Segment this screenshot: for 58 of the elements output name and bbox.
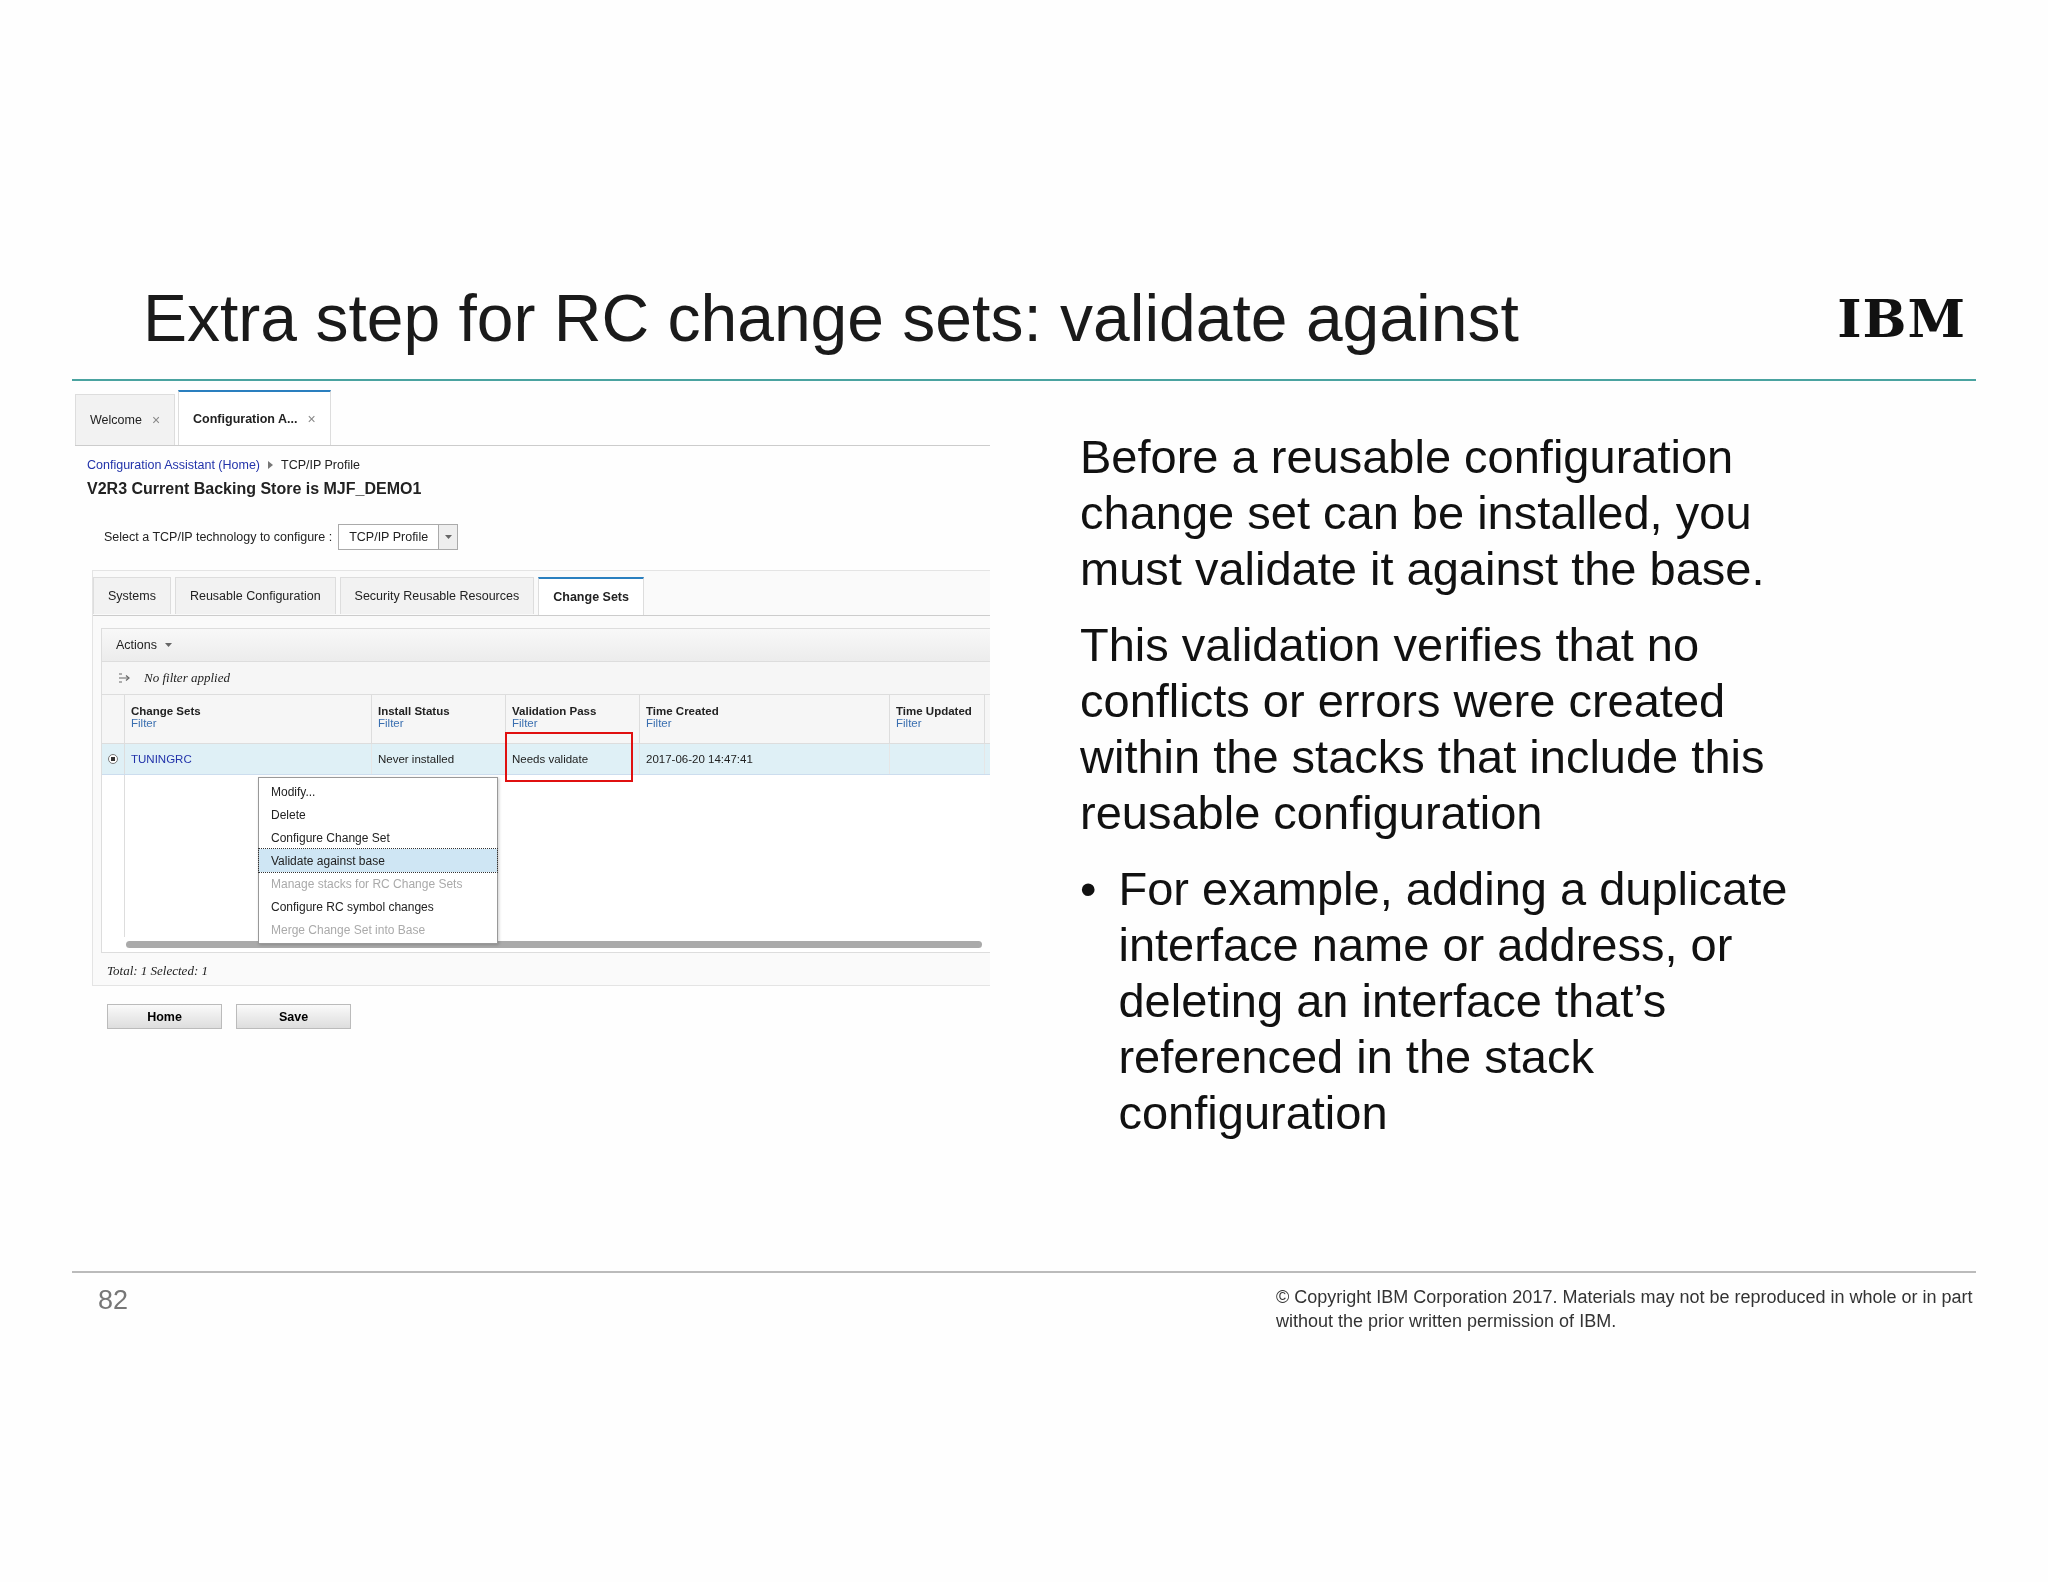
select-label: Select a TCP/IP technology to configure : [104,530,333,544]
tab[interactable]: Reusable Configuration [174,577,336,614]
menu-item[interactable]: Validate against base [259,849,497,872]
column-title: Change Sets [131,705,202,717]
filter-link[interactable]: Filter [646,717,889,729]
column-header[interactable]: Change Sets Filter [125,695,372,743]
menu-item[interactable]: Modify... [259,780,497,803]
radio-button[interactable] [108,754,118,764]
column-title: Install Status [378,705,451,717]
copyright-notice: © Copyright IBM Corporation 2017. Materials may not be reproduced in whole or in part without the prior written permission of IBM. [1276,1286,1974,1333]
column-header[interactable]: Time Created Filter [640,695,890,743]
bullet-icon: • [1080,861,1097,1161]
page-heading: V2R3 Current Backing Store is MJF_DEMO1 [87,480,423,498]
scrollbar[interactable] [126,941,982,948]
chevron-icon [268,461,273,469]
menu-item[interactable]: Configure Change Set [259,826,497,849]
tab[interactable]: Systems [93,577,171,614]
column-title: Time Updated [896,705,973,717]
tab[interactable]: Change Sets [538,577,644,615]
caret-icon [165,643,172,647]
filter-link[interactable]: Filter [131,717,371,729]
menu-item[interactable]: Configure RC symbol changes [259,895,497,918]
caret-icon [444,535,452,539]
filter-link[interactable]: Filter [378,717,505,729]
table-summary: Total: 1 Selected: 1 [106,962,209,979]
action-button[interactable]: Home [107,1004,222,1029]
change-set-link[interactable]: TUNINGRC [131,753,192,765]
body-paragraph: This validation verifies that no conflicts or errors were created within the stacks that include this reusable configuration [1080,617,1766,841]
column-title: Validation Pass [512,705,598,717]
tab-label: Configuration A... [193,411,298,426]
breadcrumb-link[interactable]: Configuration Assistant (Home) [87,458,260,472]
table-cell: Needs validate [512,753,589,765]
table-row[interactable]: TUNINGRC Never installed Needs validate 2017-06-20 14:47:41 [102,744,990,775]
technology-dropdown[interactable]: TCP/IP Profile [338,524,459,550]
logo: IBM [1837,287,1966,349]
filter-link[interactable]: Filter [896,717,984,729]
menu-item[interactable]: Delete [259,803,497,826]
actions-menu[interactable]: Actions [116,638,172,652]
tab[interactable]: Security Reusable Resources [339,577,535,614]
tab[interactable]: Welcome × [75,394,176,445]
column-header[interactable]: Time Updated Filter [890,695,985,743]
column-header[interactable]: Install Status Filter [372,695,506,743]
breadcrumb-item: TCP/IP Profile [281,458,360,472]
close-icon[interactable]: × [307,410,316,427]
column-title: Time Created [646,705,720,717]
filter-link[interactable]: Filter [512,717,639,729]
tab[interactable]: Configuration A... × [178,390,331,445]
tab-label: Welcome [90,413,142,427]
page-number: 82 [98,1285,129,1317]
action-button[interactable]: Save [236,1004,351,1029]
column-header[interactable]: Validation Pass Filter [506,695,640,743]
table-cell: Never installed [378,753,455,765]
body-paragraph: Before a reusable configuration change set can be installed, you must validate it against the base. [1080,429,1766,597]
table-cell: 2017-06-20 14:47:41 [646,753,753,765]
filter-status: No filter applied [144,670,230,686]
slide-title: Extra step for RC change sets: validate against [143,280,1519,356]
filter-arrows-icon[interactable] [118,672,132,684]
bullet-text: For example, adding a duplicate interface name or address, or deleting an interface that’s referenced in the stack configuration [1118,861,1789,1141]
